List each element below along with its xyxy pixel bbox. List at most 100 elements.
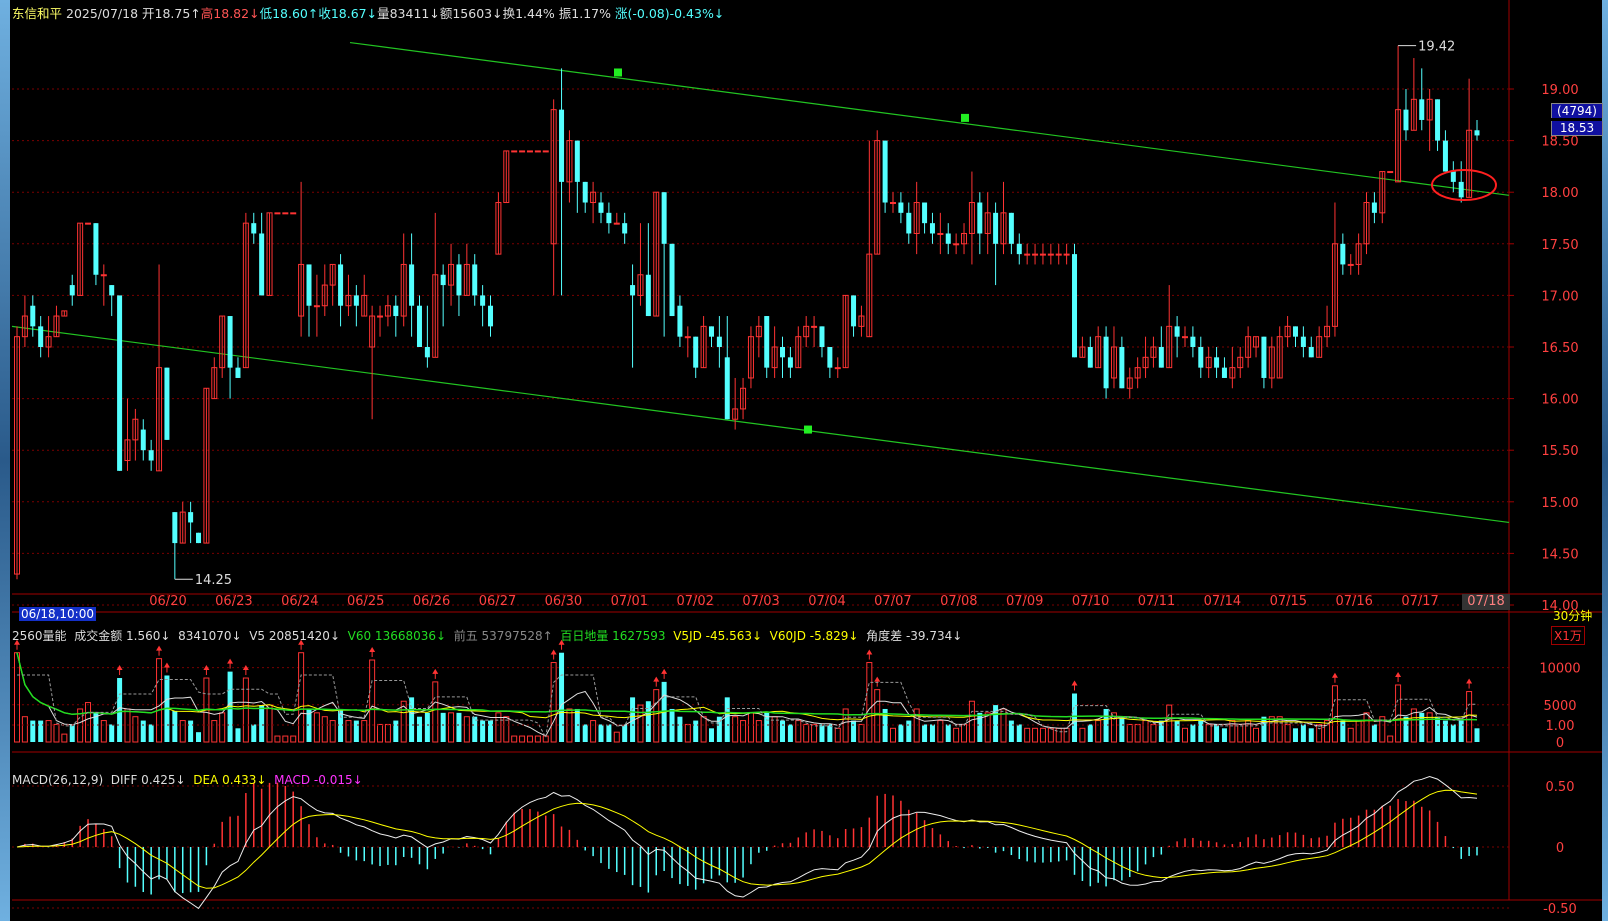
candle-body (393, 305, 399, 317)
volume-bar (740, 720, 747, 743)
date-tick-label: 07/18 (1467, 594, 1504, 609)
candle-body (188, 512, 194, 523)
candle-body (480, 295, 486, 306)
volume-bar (811, 723, 818, 743)
volume-bar (140, 720, 146, 742)
volume-bar (1087, 724, 1093, 742)
candle-body (906, 212, 912, 234)
volume-spike-arrow (653, 676, 660, 682)
volume-bar (851, 720, 857, 742)
candle-body (488, 305, 494, 327)
candle-body (1474, 130, 1480, 136)
volume-bar (393, 720, 399, 742)
volume-bar (613, 731, 620, 743)
volume-bar (693, 720, 699, 742)
volume-bar (313, 712, 320, 743)
volume-bar (1166, 704, 1173, 743)
volume-bar (1150, 723, 1157, 743)
candle-body (1442, 140, 1448, 172)
candle-body (1292, 326, 1298, 337)
volume-bar (708, 728, 714, 742)
low-label: 14.25 (195, 573, 232, 588)
volume-bar (1237, 723, 1244, 743)
channel-anchor-point (804, 425, 812, 434)
channel-anchor-point (961, 113, 969, 122)
date-tick-label: 07/01 (611, 594, 648, 609)
price-tick-label: 17.00 (1541, 289, 1578, 304)
candle-body (511, 150, 518, 153)
candle-body (1063, 253, 1070, 256)
candle-body (30, 305, 36, 327)
date-tick-label: 06/23 (215, 594, 252, 609)
macd-title[interactable]: MACD(26,12,9) (12, 773, 103, 787)
candle-body (38, 326, 44, 347)
candle-body (1103, 336, 1109, 389)
current-price-label: 18.53 (1551, 121, 1603, 136)
candle-body (827, 347, 833, 368)
candle-body (834, 367, 841, 370)
candle-body (93, 223, 99, 275)
volume-bar (53, 723, 60, 743)
candle-body (1032, 253, 1039, 256)
date-tick-label: 07/08 (940, 594, 977, 609)
volume-bar (188, 720, 194, 742)
date-tick-label: 06/30 (545, 594, 582, 609)
volume-bar (1055, 727, 1062, 743)
candle-body (574, 140, 580, 182)
price-tick-label: 19.00 (1541, 83, 1578, 98)
volume-bar (550, 662, 557, 743)
candle-body (1458, 181, 1464, 198)
candle-body (1119, 347, 1125, 389)
candle-body (559, 109, 565, 182)
volume-spike-arrow (1466, 678, 1473, 684)
volume-bar (30, 720, 36, 742)
candle-body (922, 202, 928, 224)
volume-bar (724, 697, 730, 742)
volume-bar (1190, 724, 1196, 742)
candle-body (890, 202, 896, 205)
volume-bar (219, 712, 226, 743)
volume-bar (1316, 723, 1323, 743)
candle-body (409, 264, 415, 306)
candle-body (526, 150, 533, 153)
volume-bar (684, 723, 691, 743)
candle-body (313, 305, 320, 308)
candle-body (929, 223, 935, 234)
candle-body (764, 316, 770, 368)
volume-spike-arrow (661, 668, 668, 674)
candle-body (140, 429, 146, 451)
volume-bar (677, 716, 683, 742)
volume-unit-label: X1万 (1551, 626, 1585, 645)
volume-bar (274, 735, 281, 743)
volume-bar (196, 732, 202, 742)
volume-bar (353, 720, 359, 742)
volume-bar (148, 724, 154, 742)
volume-spike-arrow (163, 662, 170, 668)
candle-body (100, 274, 107, 277)
date-tick-label: 06/24 (281, 594, 318, 609)
candle-body (377, 315, 384, 318)
candle-body (290, 212, 297, 215)
volume-tick-label: 0 (1556, 736, 1564, 751)
v5-value: V5 20851420↓ (249, 629, 340, 643)
angle-value: 角度差 -39.734↓ (866, 629, 963, 643)
volume-title[interactable]: 2560量能 (12, 629, 67, 643)
volume-bar (1284, 723, 1291, 743)
period-selector[interactable]: 30分钟 (1553, 607, 1592, 624)
volume-bar (1142, 720, 1149, 743)
volume-bar (534, 735, 541, 743)
volume-bar (448, 712, 455, 743)
baiday-value: 百日地量 1627593 (560, 629, 666, 643)
volume-bar (1016, 724, 1022, 742)
volume-bar (1261, 716, 1267, 742)
volume-bar (156, 658, 163, 743)
volume-bar (432, 681, 439, 743)
candle-body (282, 212, 289, 215)
volume-bar (795, 720, 802, 743)
volume-bar (424, 712, 430, 742)
candle-body (440, 274, 446, 286)
volume-spike-arrow (866, 649, 873, 655)
candle-body (1403, 109, 1409, 131)
volume-spike-arrow (432, 668, 439, 674)
volume-bar (1466, 691, 1473, 743)
